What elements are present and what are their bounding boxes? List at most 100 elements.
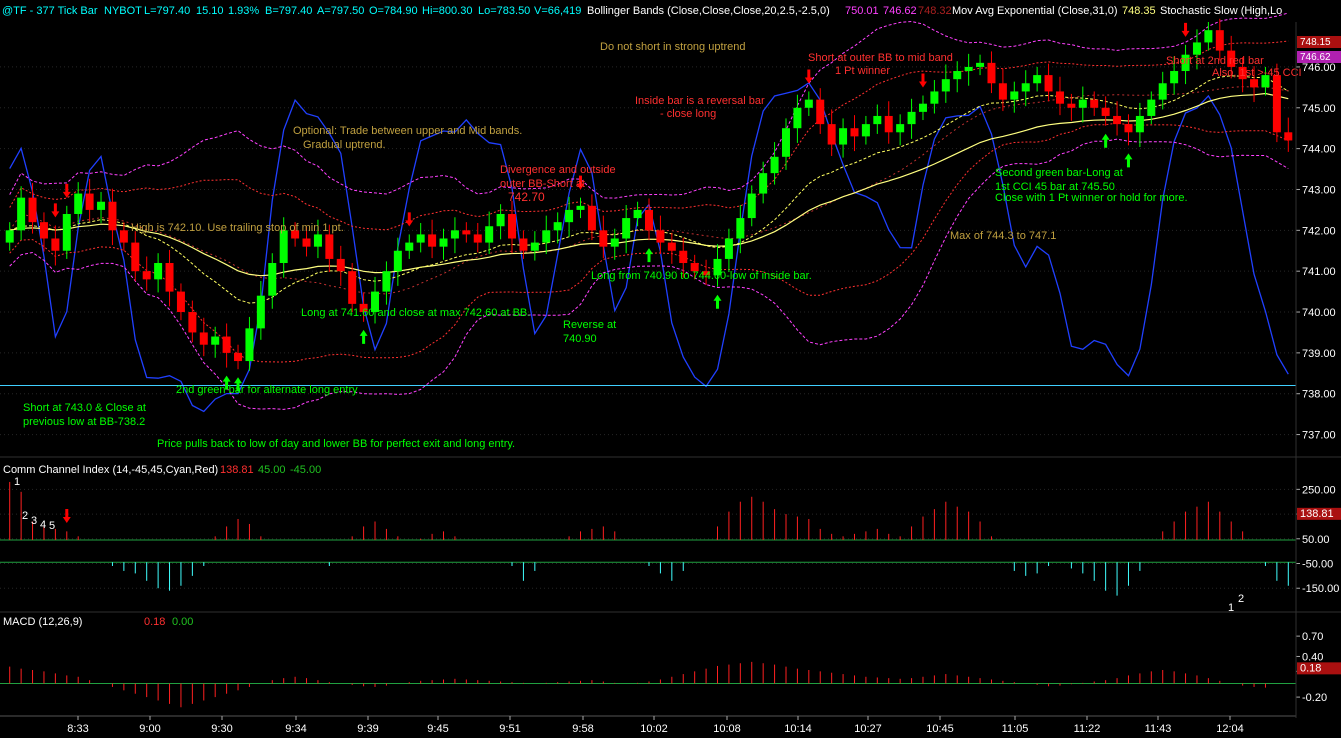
cci-title: Comm Channel Index (14,-45,45,Cyan,Red) xyxy=(3,464,218,476)
candle-body xyxy=(576,205,585,210)
annotation-text: Long from 740.90 to 744.60-low of inside… xyxy=(591,270,812,282)
header-symbol: @TF - 377 Tick Bar xyxy=(2,5,98,17)
time-tick-label: 11:22 xyxy=(1074,723,1101,735)
candle-body xyxy=(473,234,482,243)
price-tag-label: 746.62 xyxy=(1300,52,1331,63)
candle-body xyxy=(348,271,357,304)
cci-value-2: 45.00 xyxy=(258,464,286,476)
candle-body xyxy=(827,124,836,145)
candle-body xyxy=(131,242,140,272)
annotation-text: previous low at BB-738.2 xyxy=(23,416,145,428)
header-ema-val: 748.35 xyxy=(1122,5,1156,17)
price-tick-label: 744.00 xyxy=(1302,144,1336,156)
candle-body xyxy=(1067,103,1076,108)
candle-body xyxy=(108,201,117,231)
header-stoch-label: Stochastic Slow (High,Lo xyxy=(1160,5,1282,17)
candle-body xyxy=(336,258,345,272)
header-volume: V=66,419 xyxy=(534,5,581,17)
candle-body xyxy=(1147,99,1156,116)
candle-body xyxy=(450,230,459,239)
candle-body xyxy=(610,238,619,247)
candle-body xyxy=(1101,107,1110,116)
header-bb-val2: 746.62 xyxy=(883,5,917,17)
candle-body xyxy=(74,193,83,214)
candle-body xyxy=(816,99,825,125)
candle-body xyxy=(1078,99,1087,108)
cci-number-label: 4 xyxy=(40,519,46,531)
time-tick-label: 9:51 xyxy=(499,723,520,735)
cci-number-label: 1 xyxy=(14,476,20,488)
candle-body xyxy=(62,213,71,251)
annotation-text: 2nd green bar for alternate long entry xyxy=(176,384,358,396)
header-net-change: 15.10 xyxy=(196,5,224,17)
candle-body xyxy=(1250,79,1259,88)
candle-body xyxy=(770,156,779,174)
candle-body xyxy=(382,271,391,292)
time-tick-label: 11:05 xyxy=(1002,723,1029,735)
candle-body xyxy=(1010,91,1019,100)
candle-body xyxy=(1113,115,1122,125)
candle-body xyxy=(462,230,471,235)
candle-body xyxy=(976,62,985,67)
annotation-text: Long at 741.60 and close at max 742.60 a… xyxy=(301,307,530,319)
time-tick-label: 9:39 xyxy=(357,723,378,735)
header-bb-label: Bollinger Bands (Close,Close,Close,20,2.… xyxy=(587,5,830,17)
candle-body xyxy=(1158,83,1167,100)
candle-body xyxy=(941,79,950,92)
candle-body xyxy=(884,115,893,133)
annotation-text: Reverse at xyxy=(563,319,616,331)
candle-body xyxy=(1124,124,1133,133)
candle-body xyxy=(724,238,733,259)
macd-tick-label: 0.70 xyxy=(1302,631,1323,643)
candle-body xyxy=(736,218,745,239)
header-pct-change: 1.93% xyxy=(228,5,259,17)
candle-body xyxy=(850,128,859,137)
price-tick-label: 737.00 xyxy=(1302,430,1336,442)
price-tick-label: 745.00 xyxy=(1302,103,1336,115)
header-low: Lo=783.50 xyxy=(478,5,530,17)
candle-body xyxy=(565,209,574,223)
candle-body xyxy=(519,238,528,251)
candle-body xyxy=(485,226,494,243)
candle-body xyxy=(759,173,768,194)
candle-body xyxy=(325,234,334,259)
time-tick-label: 9:45 xyxy=(427,723,448,735)
annotation-text: Short at 743.0 & Close at xyxy=(23,402,146,414)
candle-body xyxy=(313,234,322,247)
time-tick-label: 9:30 xyxy=(211,723,232,735)
candle-body xyxy=(302,238,311,247)
candle-body xyxy=(622,218,631,239)
annotation-text: Close with 1 Pt winner or hold for more. xyxy=(995,192,1188,204)
candle-body xyxy=(405,242,414,251)
candle-body xyxy=(97,201,106,210)
annotation-text: Inside bar is a reversal bar xyxy=(635,95,765,107)
price-tick-label: 741.00 xyxy=(1302,266,1336,278)
annotation-text: Second green bar-Long at xyxy=(995,167,1123,179)
candle-body xyxy=(28,197,37,223)
candle-body xyxy=(645,209,653,231)
candle-body xyxy=(5,230,14,243)
time-tick-label: 9:34 xyxy=(285,723,306,735)
annotation-text: - close long xyxy=(660,108,716,120)
cci-number-label: 2 xyxy=(1238,593,1244,605)
cci-tick-label: 250.00 xyxy=(1302,484,1336,496)
header-bb-val1: 750.01 xyxy=(845,5,879,17)
annotation-text: Gradual uptrend. xyxy=(303,139,386,151)
candle-body xyxy=(964,66,973,72)
candle-body xyxy=(587,205,596,231)
cci-number-label: 5 xyxy=(49,520,55,532)
candle-body xyxy=(918,103,927,112)
candle-body xyxy=(416,234,425,243)
cci-tick-label: 50.00 xyxy=(1302,534,1330,546)
annotation-text: Do not short in strong uptrend xyxy=(600,41,746,53)
candle-body xyxy=(199,332,208,345)
time-tick-label: 10:27 xyxy=(854,723,882,735)
cci-number-label: 2 xyxy=(22,510,28,522)
annotation-text: Price pulls back to low of day and lower… xyxy=(157,438,515,450)
time-tick-label: 10:08 xyxy=(713,723,741,735)
candle-body xyxy=(165,263,174,292)
candle-body xyxy=(1021,83,1030,92)
candle-body xyxy=(1284,132,1293,141)
candle-body xyxy=(211,336,220,345)
candle-body xyxy=(839,128,848,145)
